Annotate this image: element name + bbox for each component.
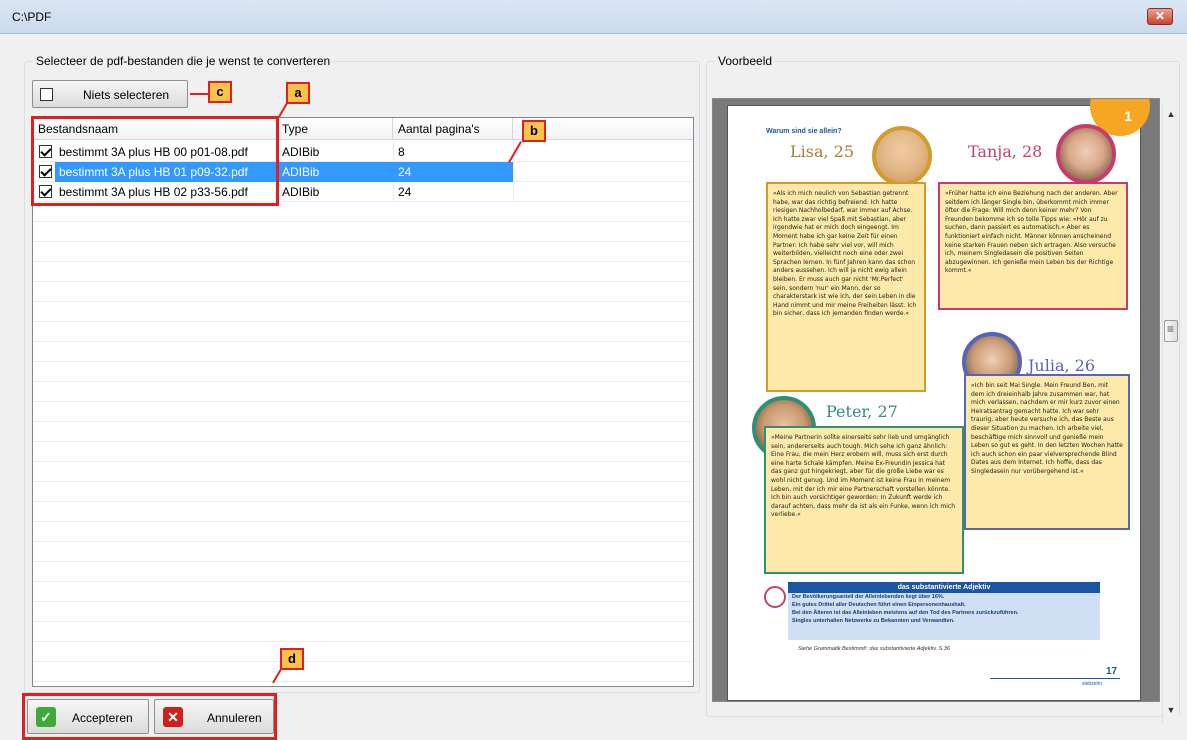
row-pages: 24 — [398, 185, 412, 199]
column-header-pages[interactable]: Aantal pagina's — [393, 118, 513, 140]
scroll-thumb[interactable] — [1164, 320, 1178, 342]
grammar-line: Ein gutes Drittel aller Deutschen führt … — [792, 602, 966, 608]
preview-group-legend: Voorbeeld — [715, 54, 776, 68]
footer-rule — [990, 678, 1120, 679]
row-type: ADIBib — [282, 165, 320, 179]
grammar-line: Singles unterhalten Netzwerke zu Bekannt… — [792, 618, 955, 624]
grammar-reference: Siehe Grammatik Bestimmt!: das substanti… — [798, 646, 950, 652]
callout-b: b — [522, 120, 546, 142]
cross-icon: ✕ — [163, 707, 183, 727]
preview-viewer[interactable]: 1 Warum sind sie allein? Lisa, 25 »Als i… — [712, 98, 1160, 702]
page-number-badge: 1 — [1124, 108, 1132, 124]
grammar-line: Der Bevölkerungsanteil der Alleinlebende… — [792, 594, 945, 600]
empty-rows — [33, 202, 693, 686]
lisa-card: »Als ich mich neulich von Sebastian getr… — [766, 182, 926, 392]
julia-name: Julia, 26 — [1028, 356, 1096, 375]
tanja-card: »Früher hatte ich eine Beziehung nach de… — [938, 182, 1128, 310]
annotation-box-a — [31, 116, 279, 206]
grammar-line: Bei den Älteren ist das Alleinleben meis… — [792, 610, 1019, 616]
page-heading: Warum sind sie allein? — [766, 128, 842, 135]
lisa-avatar — [872, 126, 932, 186]
callout-a: a — [286, 82, 310, 104]
peter-card: »Meine Partnerin sollte einerseits sehr … — [764, 426, 964, 574]
tanja-name: Tanja, 28 — [968, 142, 1043, 161]
row-pages: 8 — [398, 145, 405, 159]
callout-c-pointer — [190, 93, 208, 95]
window-title: C:\PDF — [12, 10, 52, 24]
footer-page-number: 17 — [1106, 666, 1118, 677]
grammar-icon — [764, 586, 786, 608]
row-pages: 24 — [398, 165, 412, 179]
cancel-label: Annuleren — [207, 711, 262, 725]
preview-page: 1 Warum sind sie allein? Lisa, 25 »Als i… — [727, 99, 1150, 701]
callout-d: d — [280, 648, 304, 670]
annotation-box-c — [30, 78, 190, 110]
scroll-up-arrow-icon[interactable]: ▲ — [1165, 109, 1177, 119]
checkmark-icon: ✓ — [36, 707, 56, 727]
cancel-button[interactable]: ✕ Annuleren — [154, 699, 274, 734]
scroll-down-arrow-icon[interactable]: ▼ — [1165, 705, 1177, 715]
lisa-name: Lisa, 25 — [790, 142, 855, 161]
row-type: ADIBib — [282, 185, 320, 199]
peter-name: Peter, 27 — [826, 402, 898, 421]
tanja-avatar — [1056, 124, 1116, 184]
footer-page-word: siebzehn — [1082, 681, 1103, 687]
files-group-legend: Selecteer de pdf-bestanden die je wenst … — [33, 54, 334, 68]
callout-c: c — [208, 81, 232, 103]
preview-scrollbar[interactable]: ▲ ▼ — [1162, 105, 1179, 723]
row-type: ADIBib — [282, 145, 320, 159]
client-area: Selecteer de pdf-bestanden die je wenst … — [0, 34, 1187, 740]
close-button[interactable]: ✕ — [1147, 8, 1173, 25]
accept-button[interactable]: ✓ Accepteren — [27, 699, 149, 734]
accept-label: Accepteren — [72, 711, 133, 725]
column-header-type[interactable]: Type — [277, 118, 393, 140]
titlebar: C:\PDF ✕ — [0, 0, 1187, 34]
grammar-title: das substantivierte Adjektiv — [788, 582, 1100, 593]
julia-card: »Ich bin seit Mai Single. Mein Freund Be… — [964, 374, 1130, 530]
grammar-box: das substantivierte Adjektiv Der Bevölke… — [788, 582, 1100, 640]
